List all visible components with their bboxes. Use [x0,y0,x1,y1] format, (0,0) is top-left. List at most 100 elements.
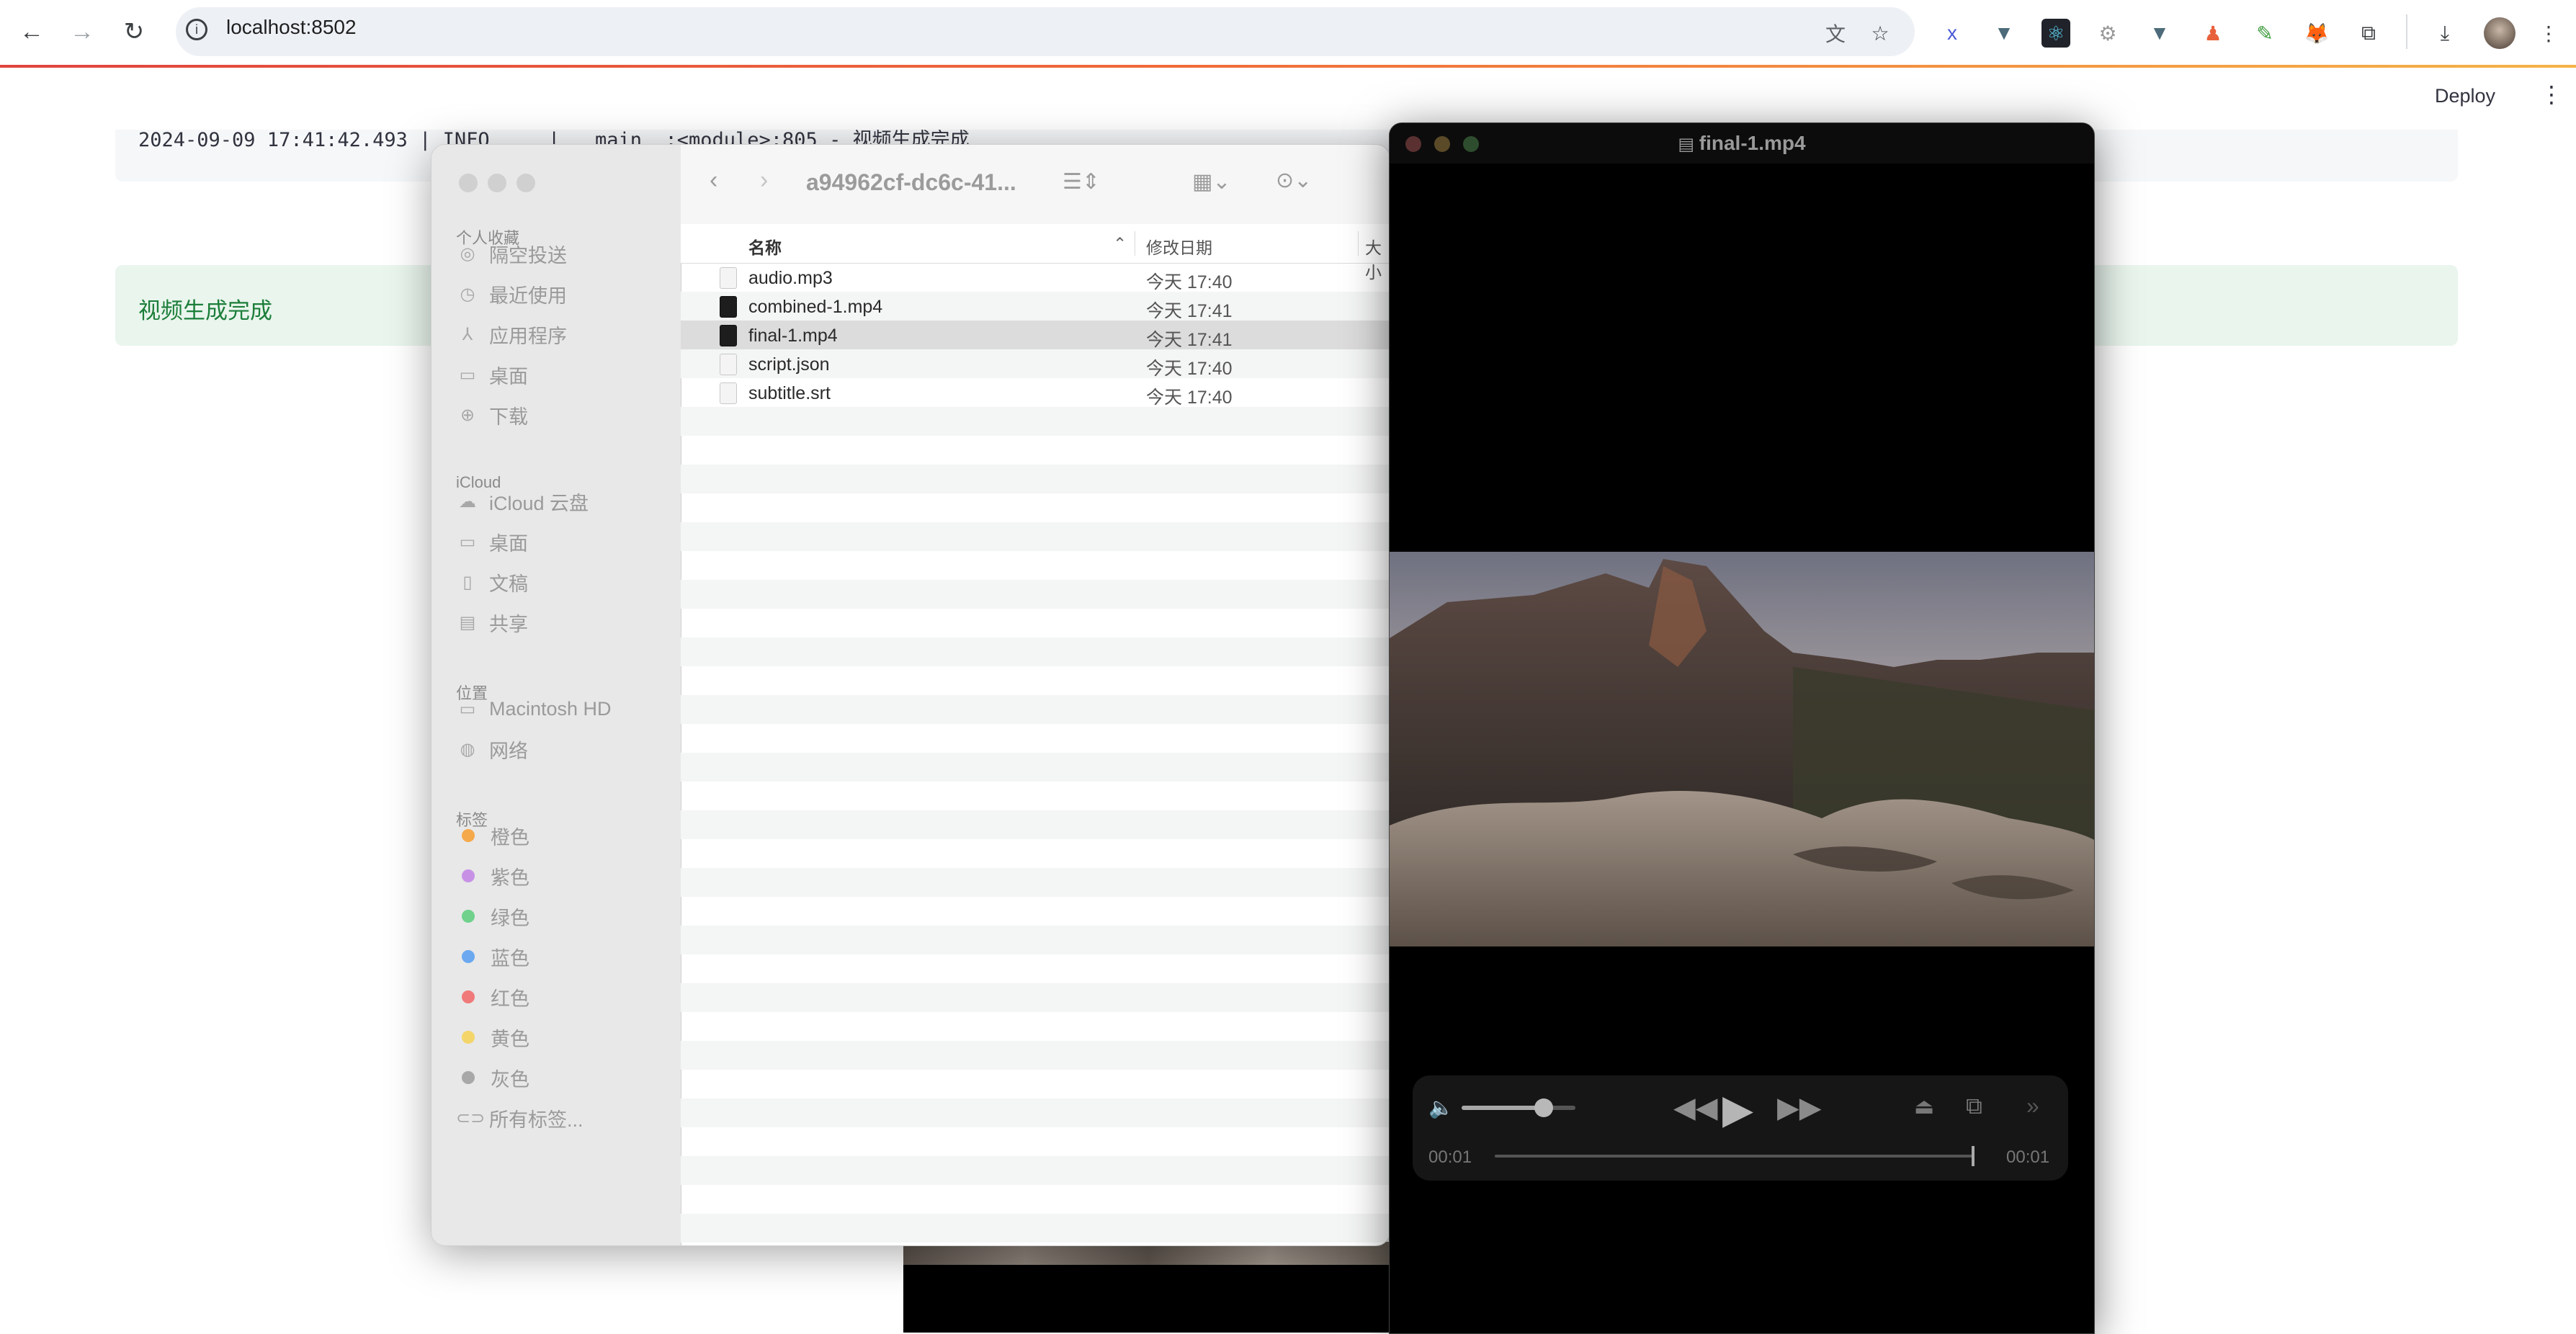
extensions-puzzle-icon[interactable]: ⧉ [2354,19,2383,48]
sidebar-item-network[interactable]: ◍ 网络 [456,731,528,767]
browser-toolbar: ← → ↻ i localhost:8502 文 ☆ x ▼ ⚛ ⚙ ▼ ♟ ✎… [0,0,2576,66]
sidebar-item-airdrop[interactable]: ◎ 隔空投送 [456,236,567,272]
site-info-icon[interactable]: i [186,19,207,40]
empty-row [681,1041,1390,1070]
minimize-window-button[interactable] [488,174,506,192]
empty-row [681,897,1390,926]
shared-folder-icon: ▤ [459,612,476,632]
clock-icon: ◷ [460,284,475,304]
video-frame[interactable] [1390,552,2094,946]
extension-v-icon[interactable]: ▼ [1990,19,2018,48]
empty-row [681,609,1390,637]
volume-fill [1462,1106,1544,1110]
tags-icon: ⊂⊃ [456,1108,486,1128]
sort-chevron-icon[interactable]: ⌃ [1113,234,1127,254]
back-button[interactable]: ← [13,13,50,50]
progress-fill [1495,1155,1973,1158]
extension-pen-icon[interactable]: ✎ [2250,19,2279,48]
reload-button[interactable]: ↻ [115,13,153,50]
extension-person-icon[interactable]: ♟ [2199,19,2227,48]
deploy-button[interactable]: Deploy [2435,85,2495,107]
menu-kebab-icon[interactable]: ⋮ [2534,19,2563,48]
sidebar-tag-yellow[interactable]: 黄色 [456,1019,529,1055]
playhead[interactable] [1972,1146,1975,1166]
sidebar-item-shared[interactable]: ▤ 共享 [456,604,528,640]
volume-icon[interactable]: 🔈 [1428,1096,1454,1119]
metamask-icon[interactable]: 🦊 [2302,19,2331,48]
sidebar-item-macintosh-hd[interactable]: ▭ Macintosh HD [456,691,612,727]
sidebar-tag-blue[interactable]: 蓝色 [456,939,529,975]
file-name: audio.mp3 [748,268,833,288]
close-window-button[interactable] [459,174,478,192]
empty-row [681,724,1390,753]
download-circle-icon: ⊕ [460,405,475,425]
rewind-icon[interactable]: ◀◀ [1673,1091,1718,1124]
forward-button[interactable]: → [63,13,101,50]
sidebar-item-documents[interactable]: ▯ 文稿 [456,564,528,600]
player-titlebar: ▤ final-1.mp4 [1390,123,2094,164]
sidebar-tag-orange[interactable]: 橙色 [456,818,529,854]
zoom-window-button[interactable] [516,174,535,192]
file-list: audio.mp3 今天 17:40 combined-1.mp4 今天 17:… [681,263,1390,1245]
empty-row [681,868,1390,897]
file-row-audio[interactable]: audio.mp3 今天 17:40 [681,263,1390,292]
main-menu-icon[interactable]: ⋮ [2540,81,2563,108]
file-name: combined-1.mp4 [748,297,883,317]
column-header-row: 名称 ⌃ 修改日期 大小 [681,224,1390,282]
fast-forward-icon[interactable]: ▶▶ [1777,1091,1822,1124]
share-chevron-icon[interactable]: » [2026,1093,2039,1119]
file-row-combined[interactable]: combined-1.mp4 今天 17:41 [681,292,1390,321]
mountain-landscape-image [1390,552,2094,946]
file-row-final[interactable]: final-1.mp4 今天 17:41 [681,321,1390,350]
volume-slider[interactable] [1462,1106,1575,1110]
list-view-icon[interactable]: ☰⇕ [1063,169,1100,194]
json-file-icon [720,354,737,375]
playback-controls: 🔈 ◀◀ ▶ ▶▶ ⏏ ⧉ » 00:01 00:01 [1413,1075,2068,1181]
sidebar-tag-purple[interactable]: 紫色 [456,858,529,894]
react-devtools-icon[interactable]: ⚛ [2041,19,2070,48]
sidebar-item-icloud-desktop[interactable]: ▭ 桌面 [456,524,528,560]
file-row-script[interactable]: script.json 今天 17:40 [681,349,1390,379]
extension-x-icon[interactable]: x [1938,19,1967,48]
column-divider [1358,231,1359,256]
picture-in-picture-icon[interactable]: ⧉ [1966,1093,1982,1120]
column-name-header[interactable]: 名称 [748,234,782,259]
airplay-icon[interactable]: ⏏ [1914,1094,1934,1119]
video-player-window: ▤ final-1.mp4 🔈 ◀◀ ▶ ▶▶ ⏏ ⧉ » 00:01 00:0… [1389,122,2095,1334]
sidebar-all-tags[interactable]: ⊂⊃ 所有标签... [456,1100,583,1136]
address-bar[interactable] [176,7,1915,56]
translate-icon[interactable]: 文 [1821,19,1850,48]
sidebar-item-icloud-drive[interactable]: ☁ iCloud 云盘 [456,483,589,519]
profile-avatar[interactable] [2484,17,2515,49]
forward-chevron-icon[interactable]: › [760,166,768,194]
sidebar-tag-red[interactable]: 红色 [456,979,529,1015]
empty-row [681,1098,1390,1127]
back-chevron-icon[interactable]: ‹ [710,166,717,194]
purple-tag-dot [462,869,475,882]
progress-track[interactable] [1495,1155,1973,1158]
sidebar-item-downloads[interactable]: ⊕ 下载 [456,397,528,433]
file-row-subtitle[interactable]: subtitle.srt 今天 17:40 [681,378,1390,408]
sidebar-tag-green[interactable]: 绿色 [456,898,529,934]
sidebar-item-recents[interactable]: ◷ 最近使用 [456,276,567,312]
green-tag-dot [462,910,475,923]
play-icon[interactable]: ▶ [1722,1085,1753,1133]
empty-row [681,839,1390,868]
sidebar-item-applications[interactable]: ⅄ 应用程序 [456,316,567,352]
folder-title: a94962cf-dc6c-41... [806,169,1016,195]
more-actions-icon[interactable]: ⊙⌄ [1276,168,1312,193]
volume-knob[interactable] [1534,1098,1553,1117]
group-icon[interactable]: ▦⌄ [1192,169,1230,194]
extension-gear-icon[interactable]: ⚙ [2093,19,2122,48]
file-name: final-1.mp4 [748,326,838,346]
empty-row [681,551,1390,580]
download-icon[interactable]: ⤓ [2430,19,2459,48]
vue-devtools-icon[interactable]: ▼ [2145,19,2174,48]
bookmark-star-icon[interactable]: ☆ [1866,19,1895,48]
desktop-icon: ▭ [459,364,476,385]
empty-row [681,436,1390,465]
sidebar-item-desktop[interactable]: ▭ 桌面 [456,357,528,393]
empty-row [681,926,1390,954]
column-date-header[interactable]: 修改日期 [1146,234,1212,259]
sidebar-tag-gray[interactable]: 灰色 [456,1060,529,1096]
